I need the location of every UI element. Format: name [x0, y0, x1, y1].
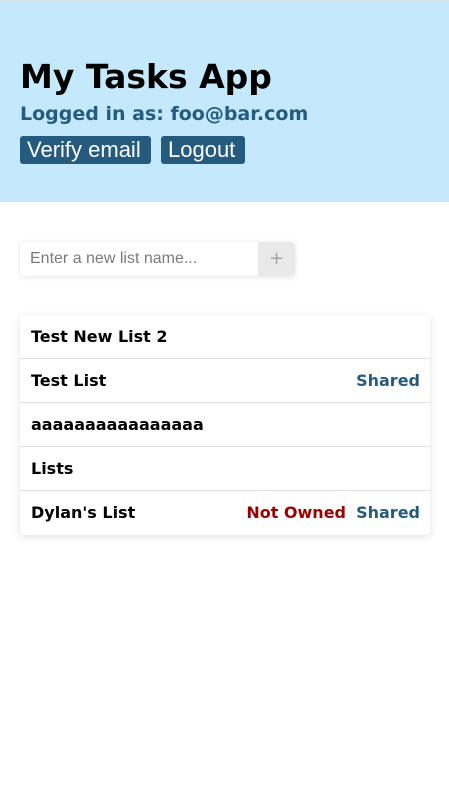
list-item[interactable]: Test List Shared — [20, 359, 430, 403]
app-title: My Tasks App — [20, 57, 272, 96]
add-list-button[interactable]: + — [258, 242, 295, 276]
list-name: Lists — [31, 459, 74, 478]
shared-badge: Shared — [356, 503, 420, 522]
list-name: Test New List 2 — [31, 327, 168, 346]
list-item[interactable]: Lists — [20, 447, 430, 491]
app-header: My Tasks App Logged in as: foo@bar.com V… — [0, 0, 449, 202]
new-list-form: + — [20, 242, 295, 276]
logged-in-user: Logged in as: foo@bar.com — [20, 103, 309, 125]
list-item[interactable]: Test New List 2 — [20, 315, 430, 359]
list-name: Test List — [31, 371, 107, 390]
shared-badge: Shared — [356, 371, 420, 390]
logout-button[interactable]: Logout — [161, 136, 245, 164]
plus-icon: + — [268, 248, 285, 269]
task-lists: Test New List 2 Test List Shared aaaaaaa… — [20, 315, 430, 535]
list-item[interactable]: aaaaaaaaaaaaaaaa — [20, 403, 430, 447]
new-list-name-input[interactable] — [20, 242, 258, 276]
list-item[interactable]: Dylan's List Not Owned Shared — [20, 491, 430, 535]
verify-email-button[interactable]: Verify email — [20, 136, 151, 164]
list-name: aaaaaaaaaaaaaaaa — [31, 415, 204, 434]
not-owned-badge: Not Owned — [246, 503, 346, 522]
list-name: Dylan's List — [31, 503, 136, 522]
